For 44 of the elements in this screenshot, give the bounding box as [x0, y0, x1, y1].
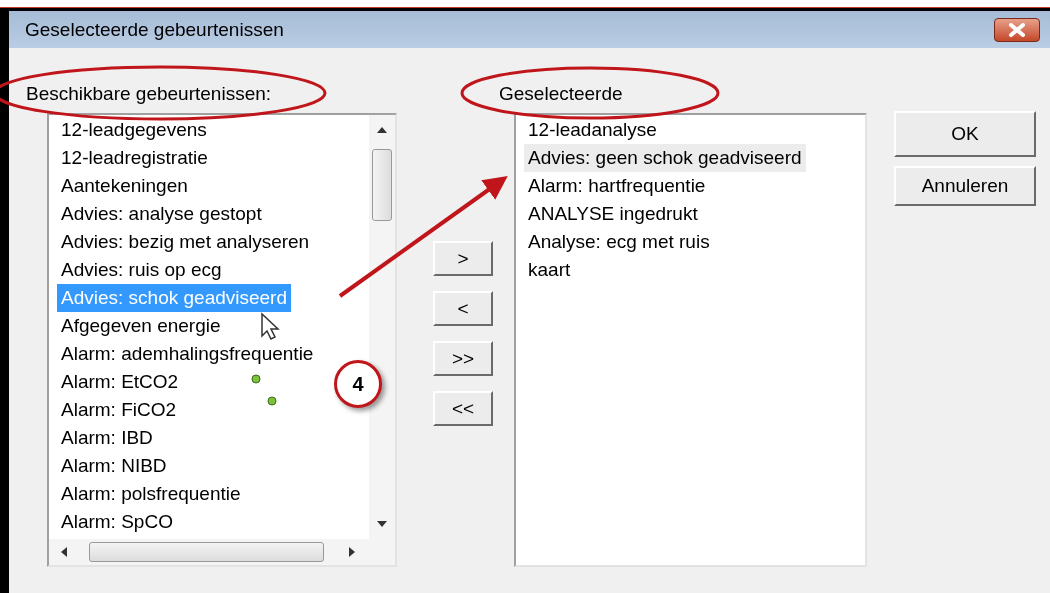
dialog-button[interactable]: OK	[894, 111, 1036, 157]
list-item[interactable]: Alarm: polsfrequentie	[57, 480, 245, 508]
list-label: Geselecteerde	[499, 82, 623, 106]
scroll-up-icon[interactable]	[377, 127, 387, 133]
list-item[interactable]: Alarm: IBD	[57, 424, 157, 452]
list-item[interactable]: Advies: analyse gestopt	[57, 200, 266, 228]
list-item[interactable]: kaart	[524, 256, 575, 284]
list-item[interactable]: Alarm: FiCO2	[57, 396, 181, 424]
close-icon	[1008, 22, 1026, 37]
list-item[interactable]: Advies: geen schok geadviseerd	[524, 144, 806, 172]
list-box[interactable]: 12-leadanalyse Advies: geen schok geadviseerd Alarm: hartfrequentie ANALYSE ingedrukt Analyse: ecg met ruis kaart	[514, 113, 867, 567]
scrollbar-thumb[interactable]	[372, 149, 392, 221]
list-item[interactable]: Advies: ruis op ecg	[57, 256, 226, 284]
list-item[interactable]: ANALYSE ingedrukt	[524, 200, 702, 228]
scroll-right-icon[interactable]	[349, 547, 355, 557]
move-button[interactable]: >	[433, 241, 493, 276]
list-item[interactable]: Alarm: NIBD	[57, 452, 171, 480]
close-button[interactable]	[994, 17, 1040, 42]
list-item[interactable]: Aantekeningen	[57, 172, 192, 200]
list-item[interactable]: Alarm: EtCO2	[57, 368, 183, 396]
move-button[interactable]: <<	[433, 391, 493, 426]
list-label: Beschikbare gebeurtenissen:	[26, 82, 272, 106]
list-item[interactable]: Afgegeven energie	[57, 312, 225, 340]
list-item[interactable]: Alarm: ademhalingsfrequentie	[57, 340, 318, 368]
dialog-button[interactable]: Annuleren	[894, 166, 1036, 206]
dot-icon	[251, 374, 261, 384]
scroll-left-icon[interactable]	[61, 547, 67, 557]
scrollbar-thumb[interactable]	[89, 542, 324, 562]
list-item[interactable]: Advies: bezig met analyseren	[57, 228, 314, 256]
cursor-icon	[261, 312, 280, 340]
list-item[interactable]: Alarm: SpCO	[57, 508, 177, 536]
list-item[interactable]: Alarm: hartfrequentie	[524, 172, 710, 200]
scroll-down-icon[interactable]	[377, 521, 387, 527]
horizontal-scrollbar[interactable]	[49, 539, 395, 565]
window-title: Geselecteerde gebeurtenissen	[25, 18, 284, 41]
vertical-scrollbar[interactable]	[369, 115, 395, 539]
move-button[interactable]: <	[433, 291, 493, 326]
move-button[interactable]: >>	[433, 341, 493, 376]
list-item[interactable]: Analyse: ecg met ruis	[524, 228, 714, 256]
list-box[interactable]	[47, 113, 397, 567]
list-item[interactable]: 12-leadregistratie	[57, 144, 212, 172]
list-item[interactable]: 12-leadanalyse	[524, 116, 661, 144]
list-item[interactable]: 12-leadgegevens	[57, 116, 211, 144]
dot-icon	[267, 396, 277, 406]
